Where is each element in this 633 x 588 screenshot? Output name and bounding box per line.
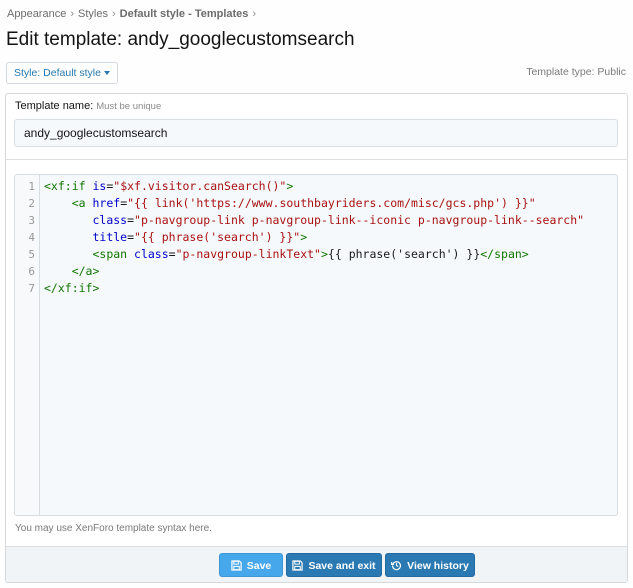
save-and-exit-button[interactable]: Save and exit	[286, 553, 382, 577]
code-line: <a href="{{ link('https://www.southbayri…	[71, 196, 536, 210]
save-button-label: Save	[246, 560, 272, 572]
editor-hint: You may use XenForo template syntax here…	[15, 523, 212, 534]
line-number: 7	[28, 282, 35, 295]
template-name-input[interactable]: andy_googlecustomsearch	[14, 119, 618, 147]
code-area[interactable]: <xf:if is="$xf.visitor.canSearch()"> <a …	[44, 178, 616, 297]
code-line: </xf:if>	[44, 281, 100, 295]
line-number: 4	[28, 231, 35, 244]
floppy-disk-icon	[231, 560, 242, 571]
line-number: 5	[28, 248, 35, 261]
template-name-label: Template name: Must be unique	[15, 100, 161, 112]
code-line: <xf:if is="$xf.visitor.canSearch()">	[44, 179, 294, 193]
breadcrumb-separator: ›	[252, 8, 257, 20]
breadcrumb-templates[interactable]: Default style - Templates	[120, 8, 249, 20]
line-number: 1	[28, 180, 35, 193]
save-button[interactable]: Save	[219, 553, 283, 577]
caret-down-icon	[103, 71, 110, 76]
line-number: 6	[28, 265, 35, 278]
view-history-button-label: View history	[407, 560, 469, 572]
style-selector-button[interactable]: Style: Default style	[6, 62, 118, 84]
floppy-disk-icon	[292, 560, 304, 571]
breadcrumb-separator: ›	[111, 8, 116, 20]
view-history-button[interactable]: View history	[385, 553, 475, 577]
template-name-hint: Must be unique	[96, 101, 162, 112]
code-line: title="{{ phrase('search') }}">	[92, 230, 308, 244]
form-actions: Save Save and exit View history	[6, 546, 627, 582]
template-name-label-text: Template name:	[15, 100, 94, 112]
breadcrumb-separator: ›	[70, 8, 74, 20]
breadcrumb-appearance[interactable]: Appearance	[7, 8, 66, 20]
code-line: <span class="p-navgroup-linkText">{{ phr…	[92, 247, 529, 261]
style-selector-label: Style: Default style	[14, 67, 101, 79]
line-number: 2	[28, 197, 35, 210]
template-code-editor[interactable]: 1 2 3 4 5 6 7 <xf:if is="$xf.visitor.can…	[14, 174, 618, 516]
save-and-exit-button-label: Save and exit	[308, 560, 376, 572]
template-name-row: Template name: Must be unique andy_google…	[6, 94, 627, 160]
breadcrumb-styles[interactable]: Styles	[78, 8, 108, 20]
code-line: </a>	[71, 264, 100, 278]
line-number-gutter: 1 2 3 4 5 6 7	[15, 175, 40, 515]
page-title: Edit template: andy_googlecustomsearch	[6, 29, 355, 50]
line-number: 3	[28, 214, 35, 227]
breadcrumb: Appearance › Styles › Default style - Templa…	[7, 8, 260, 20]
code-line: class="p-navgroup-link p-navgroup-link--…	[92, 213, 585, 227]
history-icon	[391, 560, 402, 570]
template-form: Template name: Must be unique andy_google…	[5, 93, 628, 583]
template-type-label: Template type: Public	[526, 66, 626, 78]
